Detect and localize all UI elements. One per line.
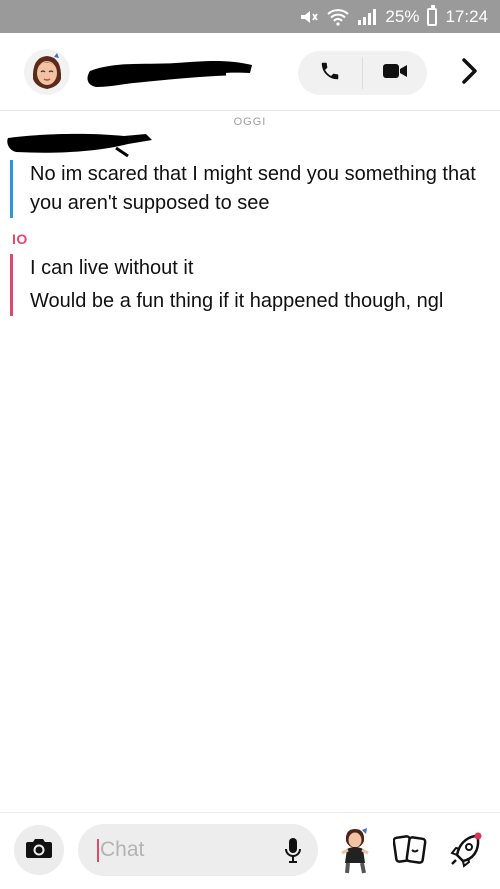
status-icons: 25% 17:24 (299, 5, 488, 28)
message-text[interactable]: I can live without it (30, 254, 480, 283)
chat-header (0, 33, 500, 111)
bitmoji-icon[interactable] (338, 827, 372, 880)
camera-button[interactable] (14, 825, 64, 875)
contact-avatar[interactable] (24, 49, 70, 95)
rocket-icon[interactable] (449, 831, 483, 874)
microphone-icon[interactable] (284, 837, 302, 870)
wifi-icon (327, 8, 350, 26)
chat-input-bar: Chat (0, 812, 500, 889)
redacted-sender-name (7, 133, 152, 158)
chevron-right-icon[interactable] (460, 57, 478, 90)
clock: 17:24 (445, 7, 488, 26)
video-call-button[interactable] (363, 51, 427, 95)
phone-icon (319, 60, 341, 87)
chat-input[interactable]: Chat (78, 824, 318, 876)
message-text[interactable]: No im scared that I might send you somet… (30, 160, 480, 218)
my-message-group: I can live without it Would be a fun thi… (10, 254, 480, 316)
battery-icon (427, 5, 438, 26)
redacted-contact-name (87, 61, 252, 87)
sender-label-me: IO (12, 231, 28, 247)
call-actions (298, 51, 427, 95)
voice-call-button[interactable] (298, 51, 362, 95)
mute-icon (299, 9, 319, 25)
battery-percent: 25% (385, 7, 420, 26)
signal-icon (357, 9, 377, 25)
message-text[interactable]: Would be a fun thing if it happened thou… (30, 287, 480, 316)
text-cursor (97, 839, 99, 862)
friend-message-group: No im scared that I might send you somet… (10, 160, 480, 218)
chat-placeholder: Chat (100, 838, 145, 861)
video-camera-icon (382, 62, 408, 85)
camera-icon (25, 836, 53, 865)
cards-icon[interactable] (392, 833, 427, 872)
status-bar: 25% 17:24 (0, 0, 500, 33)
date-separator: OGGI (233, 116, 267, 128)
